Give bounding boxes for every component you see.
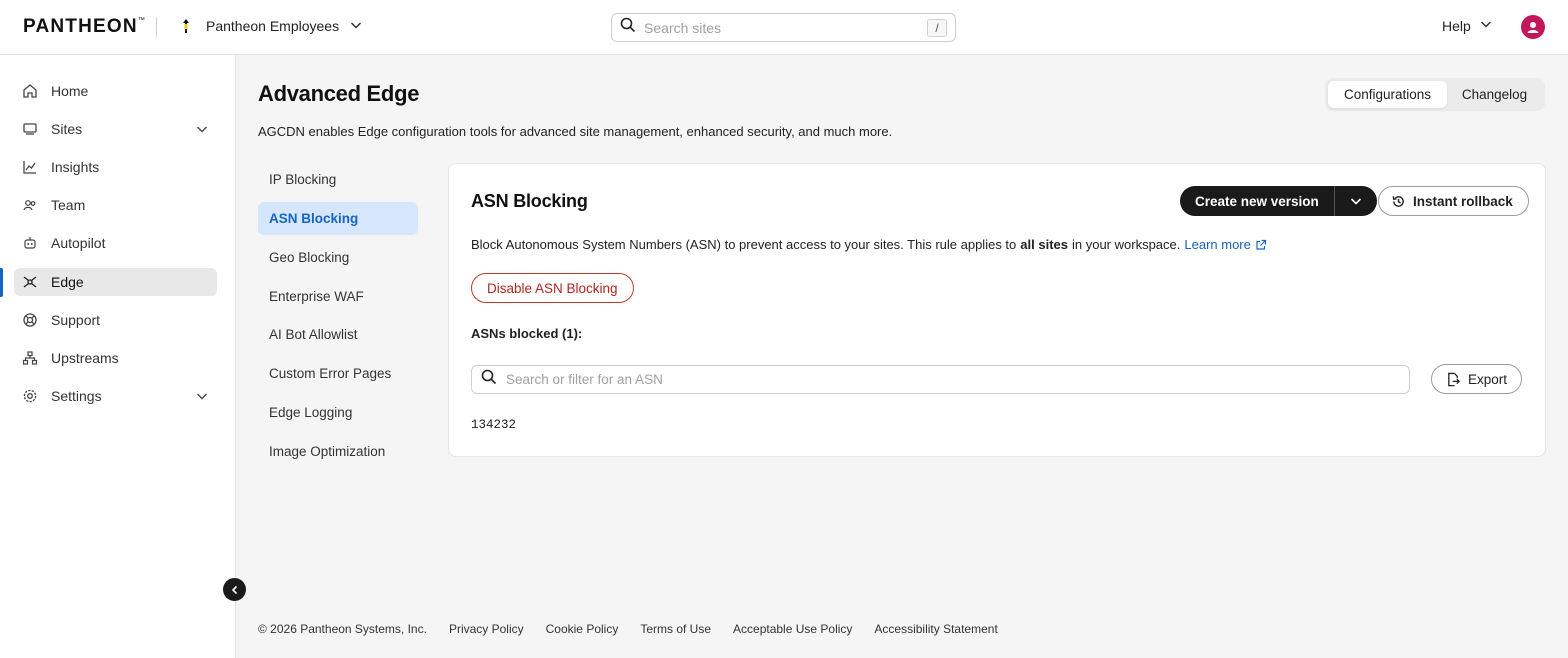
insights-icon <box>22 159 38 175</box>
header-divider <box>156 17 157 37</box>
view-tabs: Configurations Changelog <box>1325 78 1545 111</box>
chevron-down-icon <box>1479 17 1493 34</box>
home-icon <box>22 83 38 99</box>
search-shortcut-key: / <box>927 18 947 37</box>
learn-more-label: Learn more <box>1184 237 1251 252</box>
sidebar-item-label: Sites <box>51 121 83 137</box>
asn-filter[interactable] <box>471 365 1410 394</box>
create-version-menu-button[interactable] <box>1335 186 1377 216</box>
subnav-item-asn-blocking[interactable]: ASN Blocking <box>258 202 418 235</box>
subnav-item-ai-bot-allowlist[interactable]: AI Bot Allowlist <box>258 318 418 351</box>
help-label: Help <box>1442 17 1471 34</box>
pantheon-logo[interactable]: PANTHEON™ <box>23 16 145 38</box>
subnav-item-ip-blocking[interactable]: IP Blocking <box>258 163 418 196</box>
help-menu[interactable]: Help <box>1442 17 1493 34</box>
card-title: ASN Blocking <box>471 191 588 211</box>
desc-text-end: in your workspace. <box>1071 237 1181 252</box>
instant-rollback-button[interactable]: Instant rollback <box>1378 186 1529 216</box>
sidebar-item-insights[interactable]: Insights <box>14 153 217 181</box>
asn-filter-input[interactable] <box>506 372 1400 387</box>
upstreams-icon <box>22 350 38 366</box>
asns-blocked-label: ASNs blocked (1): <box>471 326 583 341</box>
desc-emphasis: all sites <box>1020 237 1068 252</box>
card-description: Block Autonomous System Numbers (ASN) to… <box>471 237 1267 252</box>
chevron-down-icon[interactable] <box>195 389 209 406</box>
asn-blocking-card: ASN Blocking Create new version Instant … <box>448 163 1546 457</box>
sidebar-item-label: Upstreams <box>51 350 119 366</box>
footer: © 2026 Pantheon Systems, Inc. Privacy Po… <box>258 622 998 636</box>
copyright: © 2026 Pantheon Systems, Inc. <box>258 622 427 636</box>
sidebar-item-team[interactable]: Team <box>14 191 217 219</box>
org-switcher[interactable]: Pantheon Employees <box>176 12 363 40</box>
sidebar-item-edge[interactable]: Edge <box>14 268 217 296</box>
footer-link-accessibility[interactable]: Accessibility Statement <box>874 622 997 636</box>
sidebar-item-label: Support <box>51 312 101 328</box>
org-name: Pantheon Employees <box>206 18 340 34</box>
sidebar-item-label: Autopilot <box>51 235 106 251</box>
site-search[interactable]: / <box>611 13 956 42</box>
external-link-icon <box>1256 239 1266 250</box>
subnav-item-enterprise-waf[interactable]: Enterprise WAF <box>258 280 418 313</box>
desc-text: Block Autonomous System Numbers (ASN) to… <box>471 237 1017 252</box>
sidebar-item-sites[interactable]: Sites <box>14 115 217 143</box>
create-version-split-button: Create new version <box>1180 186 1377 216</box>
autopilot-icon <box>22 235 38 251</box>
export-label: Export <box>1468 371 1508 387</box>
sidebar-item-upstreams[interactable]: Upstreams <box>14 344 217 372</box>
sidebar-item-home[interactable]: Home <box>14 77 217 105</box>
edge-icon <box>22 274 38 290</box>
chevron-down-icon <box>349 18 363 35</box>
subnav-item-image-optimization[interactable]: Image Optimization <box>258 435 418 468</box>
learn-more-link[interactable]: Learn more <box>1184 237 1266 252</box>
history-icon <box>1392 195 1404 207</box>
org-logo-icon <box>176 16 196 36</box>
tab-changelog[interactable]: Changelog <box>1447 81 1542 108</box>
gear-icon <box>22 388 38 404</box>
asn-list-item: 134232 <box>471 418 517 432</box>
sidebar-item-label: Team <box>51 197 86 213</box>
sidebar-item-autopilot[interactable]: Autopilot <box>14 229 217 257</box>
sidebar-item-label: Settings <box>51 388 102 404</box>
search-icon <box>620 17 636 38</box>
footer-link-privacy[interactable]: Privacy Policy <box>449 622 524 636</box>
subnav-item-edge-logging[interactable]: Edge Logging <box>258 396 418 429</box>
disable-asn-blocking-button[interactable]: Disable ASN Blocking <box>471 273 634 303</box>
export-button[interactable]: Export <box>1431 364 1523 394</box>
subnav-item-custom-error-pages[interactable]: Custom Error Pages <box>258 357 418 390</box>
sidebar-item-label: Home <box>51 83 89 99</box>
footer-link-aup[interactable]: Acceptable Use Policy <box>733 622 852 636</box>
sidebar-item-support[interactable]: Support <box>14 306 217 334</box>
collapse-sidebar-button[interactable] <box>223 578 246 601</box>
site-search-input[interactable] <box>644 19 927 36</box>
user-avatar[interactable] <box>1521 15 1545 39</box>
export-icon <box>1448 372 1461 386</box>
sidebar: Home Sites Insights Team Autopilot Edge … <box>0 55 236 658</box>
sidebar-item-settings[interactable]: Settings <box>14 382 217 410</box>
sites-icon <box>22 121 38 137</box>
footer-link-cookie[interactable]: Cookie Policy <box>546 622 619 636</box>
search-icon <box>481 369 497 390</box>
footer-link-terms[interactable]: Terms of Use <box>640 622 711 636</box>
sidebar-item-label: Insights <box>51 159 100 175</box>
team-icon <box>22 197 38 213</box>
active-indicator <box>0 268 3 297</box>
top-bar: PANTHEON™ Pantheon Employees / Help <box>0 0 1568 55</box>
tab-configurations[interactable]: Configurations <box>1328 81 1447 108</box>
rollback-label: Instant rollback <box>1413 193 1513 209</box>
page-title: Advanced Edge <box>258 81 420 106</box>
subnav-item-geo-blocking[interactable]: Geo Blocking <box>258 241 418 274</box>
user-icon <box>1527 22 1539 33</box>
chevron-down-icon[interactable] <box>195 122 209 139</box>
chevron-left-icon <box>231 585 237 594</box>
support-icon <box>22 312 38 328</box>
create-version-button[interactable]: Create new version <box>1180 186 1335 216</box>
sidebar-item-label: Edge <box>51 274 84 290</box>
chevron-down-icon <box>1350 198 1361 205</box>
page-description: AGCDN enables Edge configuration tools f… <box>258 124 893 139</box>
